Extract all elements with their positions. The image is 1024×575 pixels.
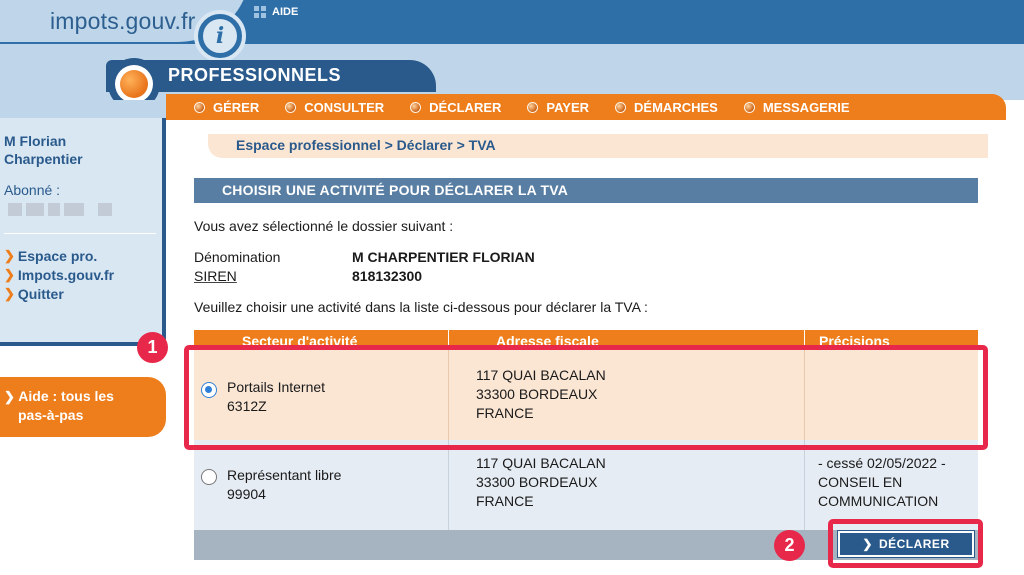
sidebar-link-impots[interactable]: ❯ Impots.gouv.fr — [4, 267, 114, 283]
intro-text: Vous avez sélectionné le dossier suivant… — [194, 218, 454, 234]
aide-box-line1: Aide : tous les — [18, 388, 114, 404]
bullet-icon — [194, 101, 205, 113]
chevron-right-icon: ❯ — [4, 248, 15, 263]
aide-top-link[interactable]: AIDE — [254, 6, 298, 18]
menu-item-demarches[interactable]: DÉMARCHES — [615, 100, 718, 115]
highlight-box-declarer — [828, 519, 983, 568]
aide-box-line2: pas-à-pas — [18, 407, 84, 423]
bullet-icon — [615, 101, 627, 113]
bullet-icon — [410, 101, 422, 113]
precisions-line: - cessé 02/05/2022 - — [818, 455, 946, 471]
sidebar-divider — [4, 233, 156, 234]
precisions-line: CONSEIL EN — [818, 474, 903, 490]
highlight-box-selected-row — [184, 345, 988, 450]
sidebar-link-label: Impots.gouv.fr — [17, 267, 115, 283]
bullet-icon — [527, 101, 539, 113]
activity-name: Représentant libre — [227, 467, 342, 483]
page-title: CHOISIR UNE ACTIVITÉ POUR DÉCLARER LA TV… — [222, 182, 569, 198]
menu-item-label: DÉMARCHES — [634, 99, 718, 115]
main-menu: GÉRER CONSULTER DÉCLARER PAYER DÉMARCHES… — [166, 94, 1006, 120]
address-line: 33300 BORDEAUX — [476, 474, 598, 490]
redacted-subscriber-id — [8, 203, 112, 216]
menu-item-messagerie[interactable]: MESSAGERIE — [743, 99, 850, 115]
address-cell: 117 QUAI BACALAN 33300 BORDEAUX FRANCE — [476, 454, 606, 511]
chevron-right-icon: ❯ — [4, 286, 15, 301]
bullet-icon — [285, 101, 297, 113]
professionnels-title: PROFESSIONNELS — [168, 65, 342, 85]
chevron-right-icon: ❯ — [4, 389, 15, 404]
menu-item-label: PAYER — [546, 99, 590, 115]
denomination-value: M CHARPENTIER FLORIAN — [352, 249, 535, 265]
chevron-right-icon: ❯ — [4, 267, 15, 282]
user-name-line1: M Florian — [4, 133, 67, 149]
sidebar-link-label: Espace pro. — [17, 248, 98, 264]
address-line: 117 QUAI BACALAN — [476, 455, 606, 471]
siren-label: SIREN — [194, 268, 237, 284]
user-name: M Florian Charpentier — [4, 132, 83, 168]
menu-item-gerer[interactable]: GÉRER — [194, 100, 259, 115]
site-logo-text[interactable]: impots.gouv.fr — [50, 8, 196, 35]
step-badge-2: 2 — [774, 530, 805, 561]
sidebar-link-quitter[interactable]: ❯ Quitter — [4, 286, 64, 302]
menu-item-label: CONSULTER — [304, 99, 385, 115]
precisions-line: COMMUNICATION — [818, 493, 939, 509]
info-logo-letter: i — [203, 19, 237, 53]
instruction-text: Veuillez choisir une activité dans la li… — [194, 299, 648, 315]
sidebar-link-label: Quitter — [17, 286, 64, 302]
activity-code: 99904 — [227, 486, 266, 502]
menu-item-consulter[interactable]: CONSULTER — [285, 100, 384, 115]
user-name-line2: Charpentier — [4, 151, 83, 167]
menu-item-declarer[interactable]: DÉCLARER — [410, 100, 501, 115]
step-badge-1: 1 — [137, 332, 168, 363]
aide-pas-a-pas-link[interactable]: ❯ Aide : tous les pas-à-pas — [0, 377, 166, 437]
bullet-icon — [743, 101, 755, 113]
grid-dots-icon — [254, 6, 266, 18]
activity-cell: Représentant libre 99904 — [227, 466, 341, 504]
menu-item-label: MESSAGERIE — [762, 99, 850, 115]
address-line: FRANCE — [476, 493, 534, 509]
menu-item-label: DÉCLARER — [429, 99, 502, 115]
menu-item-label: GÉRER — [213, 99, 260, 115]
info-logo-icon[interactable]: i — [194, 10, 246, 62]
breadcrumb[interactable]: Espace professionnel > Déclarer > TVA — [236, 137, 496, 153]
abonne-label: Abonné : — [4, 182, 61, 198]
siren-value: 818132300 — [352, 268, 423, 284]
sidebar-link-espace-pro[interactable]: ❯ Espace pro. — [4, 248, 97, 264]
precisions-cell: - cessé 02/05/2022 - CONSEIL EN COMMUNIC… — [818, 454, 946, 511]
aide-top-label: AIDE — [272, 6, 299, 18]
menu-item-payer[interactable]: PAYER — [527, 100, 589, 115]
denomination-label: Dénomination — [194, 249, 281, 265]
activity-radio[interactable] — [201, 469, 217, 485]
